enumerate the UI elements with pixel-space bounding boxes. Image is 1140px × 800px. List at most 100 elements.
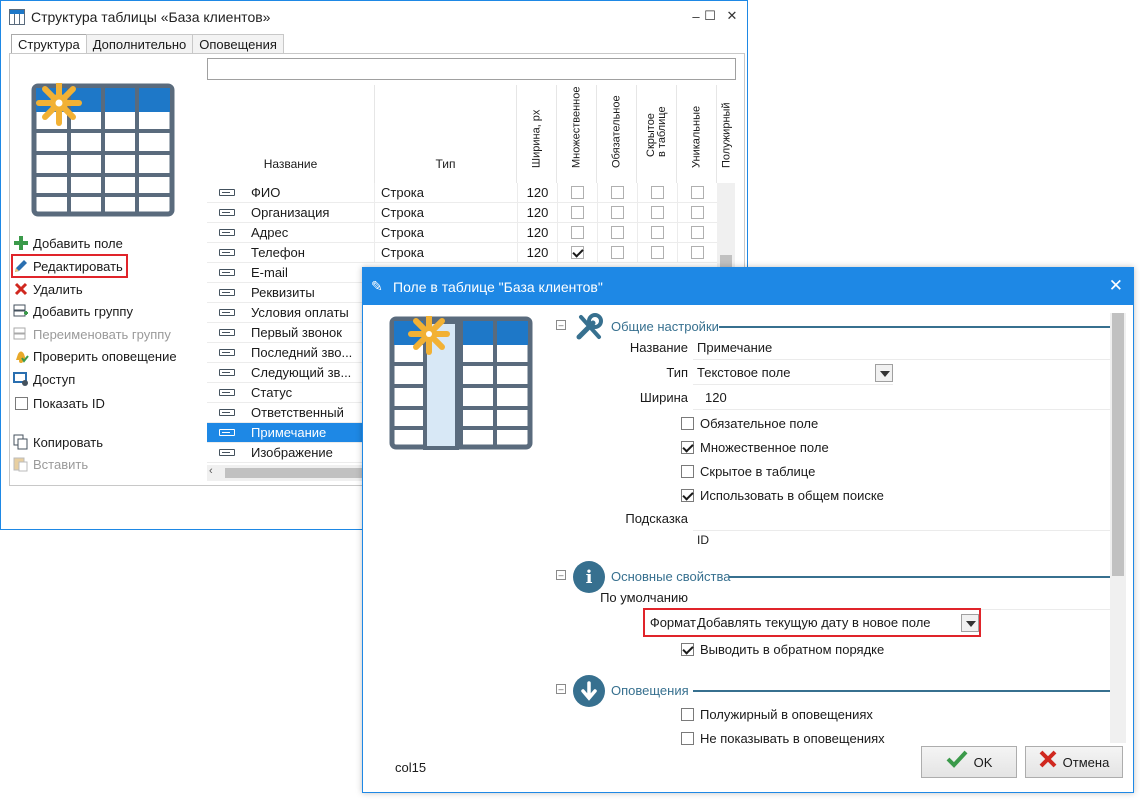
check-notification-button[interactable]: Проверить оповещение xyxy=(13,346,177,366)
checkbox-icon[interactable] xyxy=(691,206,704,219)
checkbox-icon[interactable] xyxy=(571,206,584,219)
field-icon xyxy=(219,369,235,376)
column-header-multiple[interactable]: Множественное xyxy=(557,85,597,183)
add-field-button[interactable]: Добавить поле xyxy=(13,233,123,253)
checkbox-icon[interactable] xyxy=(611,206,624,219)
checkbox-icon[interactable] xyxy=(571,226,584,239)
field-type: Строка xyxy=(374,182,517,203)
name-field[interactable]: Примечание xyxy=(693,336,1111,360)
field-icon xyxy=(219,249,235,256)
checkbox-icon[interactable] xyxy=(571,246,584,259)
checkbox-icon xyxy=(14,396,28,410)
rename-group-icon xyxy=(13,326,29,342)
field-icon xyxy=(219,189,235,196)
field-icon xyxy=(219,449,235,456)
scroll-thumb[interactable] xyxy=(1112,313,1124,576)
field-type: Строка xyxy=(374,222,517,243)
checkbox-icon[interactable] xyxy=(611,186,624,199)
field-icon xyxy=(219,349,235,356)
id-label: ID xyxy=(697,533,709,547)
checkbox-icon[interactable] xyxy=(611,226,624,239)
format-select[interactable]: Добавлять текущую дату в новое поле xyxy=(693,611,981,635)
dialog-titlebar[interactable]: ✎ Поле в таблице "База клиентов" ✕ xyxy=(363,268,1133,305)
field-name: Последний зво... xyxy=(251,345,353,360)
window-title: Структура таблицы «База клиентов» xyxy=(31,9,271,25)
checkbox-icon xyxy=(681,642,694,656)
multiple-checkbox[interactable]: Множественное поле xyxy=(681,435,1101,459)
scroll-thumb[interactable] xyxy=(225,468,367,478)
field-name: Примечание xyxy=(251,425,327,440)
table-row[interactable]: Адрес Строка 120 xyxy=(207,222,721,243)
column-header-hidden[interactable]: Скрытое в таблице xyxy=(637,85,677,183)
checkbox-icon[interactable] xyxy=(651,186,664,199)
checkbox-icon[interactable] xyxy=(691,246,704,259)
properties-scrollbar[interactable] xyxy=(1110,313,1126,743)
column-header-more[interactable]: Полужирный xyxy=(717,85,737,183)
search-checkbox[interactable]: Использовать в общем поиске xyxy=(681,483,1101,507)
cancel-button[interactable]: Отмена xyxy=(1025,746,1123,778)
copy-icon xyxy=(13,434,29,450)
hide-in-alerts-checkbox[interactable]: Не показывать в оповещениях xyxy=(681,726,1101,748)
column-header-name[interactable]: Название xyxy=(207,85,375,183)
add-group-icon xyxy=(13,303,29,319)
checkbox-icon[interactable] xyxy=(691,186,704,199)
checkbox-icon xyxy=(681,731,694,745)
format-dropdown-icon[interactable] xyxy=(961,614,979,632)
paste-button[interactable]: Вставить xyxy=(13,454,88,474)
reverse-order-checkbox[interactable]: Выводить в обратном порядке xyxy=(681,637,1101,661)
collapse-icon[interactable]: – xyxy=(556,320,566,330)
ok-button[interactable]: OK xyxy=(921,746,1017,778)
table-row[interactable]: Организация Строка 120 xyxy=(207,202,721,223)
close-button[interactable]: ✕ xyxy=(721,5,743,27)
column-header-width[interactable]: Ширина, px xyxy=(517,85,557,183)
checkbox-icon[interactable] xyxy=(611,246,624,259)
width-field[interactable]: 120 xyxy=(693,386,1111,410)
check-icon xyxy=(946,750,968,774)
field-name: Реквизиты xyxy=(251,285,315,300)
field-icon xyxy=(219,309,235,316)
checkbox-icon[interactable] xyxy=(571,186,584,199)
type-dropdown-icon[interactable] xyxy=(875,364,893,382)
checkbox-icon[interactable] xyxy=(651,246,664,259)
tab-bar: Структура Дополнительно Оповещения xyxy=(11,34,284,55)
field-search-input[interactable] xyxy=(207,58,736,80)
type-select[interactable]: Текстовое поле xyxy=(693,361,893,385)
tab-notifications[interactable]: Оповещения xyxy=(192,34,284,54)
tab-structure[interactable]: Структура xyxy=(11,34,87,55)
grid-header: Название Тип Ширина, px Множественное Об… xyxy=(207,85,737,183)
copy-button[interactable]: Копировать xyxy=(13,432,103,452)
properties-panel: – Общие настройки Название Примечание Ти… xyxy=(551,308,1111,748)
table-illustration-icon xyxy=(31,80,175,217)
field-name: Условия оплаты xyxy=(251,305,349,320)
checkbox-icon[interactable] xyxy=(651,206,664,219)
show-id-checkbox[interactable]: Показать ID xyxy=(13,393,105,413)
tab-additional[interactable]: Дополнительно xyxy=(85,34,194,54)
table-row[interactable]: ФИО Строка 120 xyxy=(207,182,721,203)
scroll-left-icon[interactable]: ‹ xyxy=(209,465,213,477)
access-button[interactable]: Доступ xyxy=(13,369,75,389)
close-button[interactable]: ✕ xyxy=(1109,276,1123,296)
bold-in-alerts-checkbox[interactable]: Полужирный в оповещениях xyxy=(681,702,1101,726)
table-column-illustration-icon xyxy=(389,313,533,450)
default-field[interactable] xyxy=(693,586,1111,610)
checkbox-icon xyxy=(681,416,694,430)
add-group-button[interactable]: Добавить группу xyxy=(13,301,133,321)
delete-button[interactable]: Удалить xyxy=(13,279,83,299)
hidden-checkbox[interactable]: Скрытое в таблице xyxy=(681,459,1101,483)
table-row[interactable]: Телефон Строка 120 xyxy=(207,242,721,263)
collapse-icon[interactable]: – xyxy=(556,684,566,694)
collapse-icon[interactable]: – xyxy=(556,570,566,580)
checkbox-icon[interactable] xyxy=(691,226,704,239)
checkbox-icon[interactable] xyxy=(651,226,664,239)
section-divider xyxy=(693,690,1111,692)
required-checkbox[interactable]: Обязательное поле xyxy=(681,411,1101,435)
column-header-type[interactable]: Тип xyxy=(375,85,517,183)
column-header-unique[interactable]: Уникальные xyxy=(677,85,717,183)
maximize-button[interactable]: ☐ xyxy=(699,5,721,27)
grid-horizontal-scrollbar[interactable]: ‹ xyxy=(207,465,367,481)
edit-button[interactable]: Редактировать xyxy=(11,254,128,278)
window-titlebar[interactable]: Структура таблицы «База клиентов» – ☐ ✕ xyxy=(1,1,747,33)
column-header-required[interactable]: Обязательное xyxy=(597,85,637,183)
rename-group-button[interactable]: Переименовать группу xyxy=(13,324,171,344)
dialog-title: Поле в таблице "База клиентов" xyxy=(393,278,603,295)
